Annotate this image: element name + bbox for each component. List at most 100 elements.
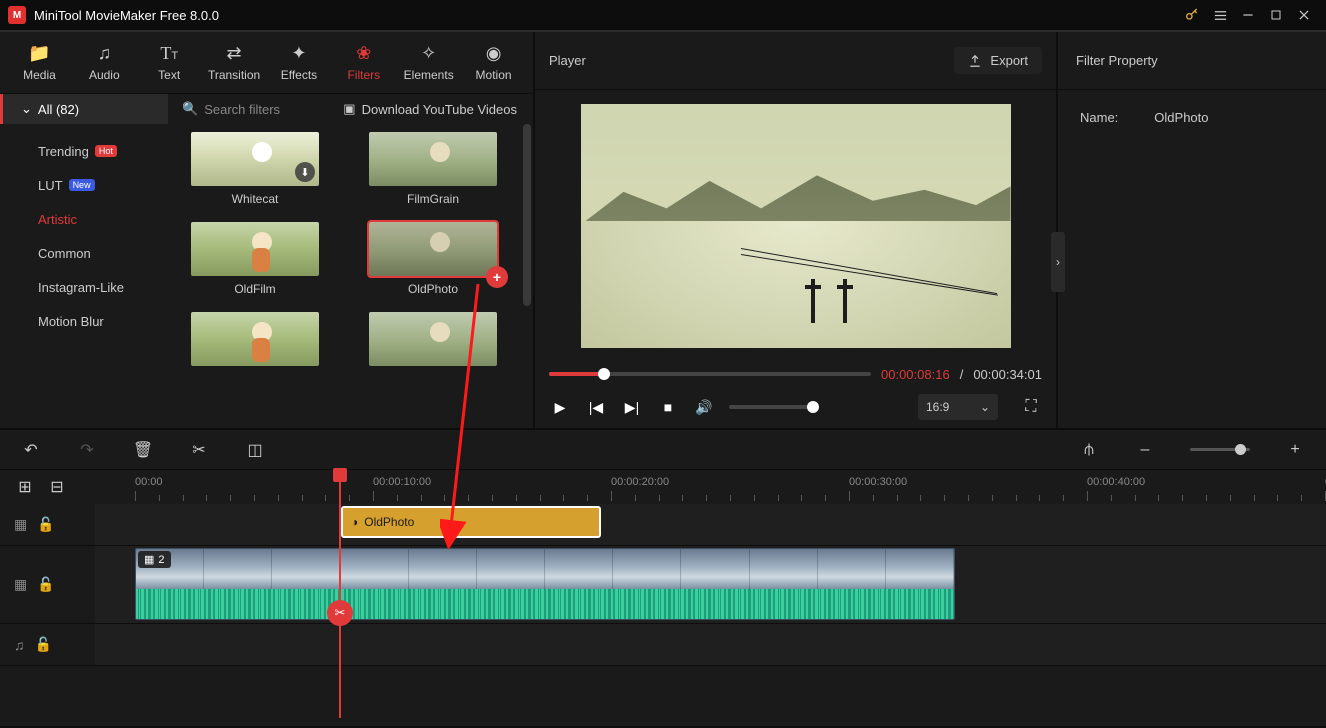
audio-track-content[interactable]: [95, 624, 1326, 665]
tab-elements[interactable]: ✧Elements: [397, 35, 460, 91]
video-track-icon: ▦: [14, 576, 27, 593]
download-icon[interactable]: ⬇: [295, 162, 315, 182]
volume-slider[interactable]: [729, 405, 819, 409]
redo-button: ↷: [76, 439, 98, 461]
player-progress-bar[interactable]: 00:00:08:16 / 00:00:34:01: [535, 362, 1056, 386]
prev-frame-button[interactable]: |◀: [585, 396, 607, 418]
motion-icon: ◉: [486, 43, 502, 64]
filter-thumb-oldphoto[interactable]: [369, 222, 497, 276]
timeline-ruler[interactable]: ✂ 00:0000:00:10:0000:00:20:0000:00:30:00…: [95, 470, 1326, 504]
remove-track-button[interactable]: ⊟: [46, 476, 68, 498]
download-link-label: Download YouTube Videos: [362, 102, 517, 117]
filter-thumb[interactable]: [191, 312, 319, 366]
app-title: MiniTool MovieMaker Free 8.0.0: [34, 8, 219, 23]
aspect-ratio-select[interactable]: 16:9⌄: [918, 394, 998, 420]
tab-motion[interactable]: ◉ Motion: [462, 35, 525, 91]
filter-category-trending[interactable]: TrendingHot: [0, 134, 168, 168]
category-label: Trending: [38, 144, 89, 159]
tab-filters[interactable]: ❀Filters: [332, 35, 395, 91]
download-youtube-link[interactable]: ▣ Download YouTube Videos: [327, 101, 533, 117]
volume-icon[interactable]: 🔊: [693, 396, 715, 418]
add-filter-button[interactable]: +: [486, 266, 508, 288]
filter-category-list: TrendingHot LUTNew Artistic Common Insta…: [0, 124, 168, 428]
fullscreen-button[interactable]: ⛶: [1020, 396, 1042, 418]
menu-icon[interactable]: [1206, 1, 1234, 29]
close-button[interactable]: [1290, 1, 1318, 29]
tab-text[interactable]: TTText: [138, 35, 201, 91]
filter-category-all[interactable]: ⌄ All (82): [0, 94, 168, 124]
tab-label: Text: [158, 68, 180, 82]
filter-thumb-filmgrain[interactable]: [369, 132, 497, 186]
filter-clip-oldphoto[interactable]: ◑ OldPhoto: [341, 506, 601, 538]
split-button[interactable]: ✂: [188, 439, 210, 461]
filter-thumb-oldfilm[interactable]: [191, 222, 319, 276]
preview-canvas[interactable]: [581, 104, 1011, 348]
titlebar: M MiniTool MovieMaker Free 8.0.0: [0, 0, 1326, 30]
filter-grid-scrollbar[interactable]: [523, 124, 531, 306]
thumb-label: OldFilm: [234, 282, 275, 296]
chevron-down-icon: ⌄: [21, 101, 32, 117]
lock-icon[interactable]: 🔓: [35, 636, 52, 653]
library-panel: 📁Media ♫ Audio TTText ⇄Transition ✦Effect…: [0, 32, 535, 428]
tab-media[interactable]: 📁Media: [8, 35, 71, 91]
zoom-slider[interactable]: [1190, 448, 1250, 451]
ruler-mark: 00:00:20:00: [611, 476, 669, 488]
search-filters-input[interactable]: 🔍 Search filters: [168, 101, 327, 117]
tab-audio[interactable]: ♫ Audio: [73, 35, 136, 91]
lock-icon[interactable]: 🔓: [37, 576, 54, 593]
search-icon: 🔍: [182, 101, 198, 117]
search-placeholder: Search filters: [204, 102, 280, 117]
minimize-button[interactable]: [1234, 1, 1262, 29]
filter-category-common[interactable]: Common: [0, 236, 168, 270]
play-button[interactable]: ▶: [549, 396, 571, 418]
video-track-content[interactable]: ▦2: [95, 546, 1326, 623]
export-label: Export: [990, 53, 1028, 68]
tab-label: Transition: [208, 68, 260, 82]
timeline-toolbar: ↶ ↷ 🗑 ✂ ◫ ⫛ – +: [0, 430, 1326, 470]
progress-track[interactable]: [549, 372, 871, 376]
collapse-panel-button[interactable]: ›: [1051, 232, 1065, 292]
clip-count: 2: [158, 554, 164, 566]
name-value: OldPhoto: [1154, 110, 1208, 125]
add-track-button[interactable]: ⊞: [14, 476, 36, 498]
playhead[interactable]: ✂: [339, 470, 341, 718]
magnet-button[interactable]: ⫛: [1078, 439, 1100, 461]
category-label: LUT: [38, 178, 63, 193]
filter-category-artistic[interactable]: Artistic: [0, 202, 168, 236]
player-panel: Player Export 00:00:08:16 / 00:00:34:01 …: [535, 32, 1058, 428]
folder-icon: 📁: [28, 43, 50, 64]
category-label: Common: [38, 246, 91, 261]
player-title: Player: [549, 53, 586, 68]
filter-category-motionblur[interactable]: Motion Blur: [0, 304, 168, 338]
volume-knob[interactable]: [807, 401, 819, 413]
maximize-button[interactable]: [1262, 1, 1290, 29]
music-note-icon: ♫: [98, 43, 112, 64]
undo-button[interactable]: ↶: [20, 439, 42, 461]
filter-category-instagram[interactable]: Instagram-Like: [0, 270, 168, 304]
effects-icon: ✦: [291, 43, 306, 64]
progress-knob[interactable]: [598, 368, 610, 380]
thumb-label: Whitecat: [232, 192, 279, 206]
filter-thumb-whitecat[interactable]: ⬇: [191, 132, 319, 186]
crop-button[interactable]: ◫: [244, 439, 266, 461]
filter-track-content[interactable]: ◑ OldPhoto: [95, 504, 1326, 545]
library-tabbar: 📁Media ♫ Audio TTText ⇄Transition ✦Effect…: [0, 32, 533, 94]
next-frame-button[interactable]: ▶|: [621, 396, 643, 418]
tab-effects[interactable]: ✦Effects: [268, 35, 331, 91]
lock-icon[interactable]: 🔓: [37, 516, 54, 533]
stop-button[interactable]: ■: [657, 396, 679, 418]
export-button[interactable]: Export: [954, 47, 1042, 74]
zoom-knob[interactable]: [1235, 444, 1246, 455]
delete-button[interactable]: 🗑: [132, 439, 154, 461]
video-clip[interactable]: ▦2: [135, 548, 955, 620]
tab-label: Audio: [89, 68, 120, 82]
zoom-in-button[interactable]: +: [1284, 439, 1306, 461]
upgrade-key-icon[interactable]: [1178, 1, 1206, 29]
filter-category-lut[interactable]: LUTNew: [0, 168, 168, 202]
clip-icon: ▦: [144, 553, 154, 566]
tab-label: Motion: [476, 68, 512, 82]
zoom-out-button[interactable]: –: [1134, 439, 1156, 461]
tab-transition[interactable]: ⇄Transition: [203, 35, 266, 91]
filter-thumb[interactable]: [369, 312, 497, 366]
audio-track-icon: ♫: [14, 637, 25, 653]
